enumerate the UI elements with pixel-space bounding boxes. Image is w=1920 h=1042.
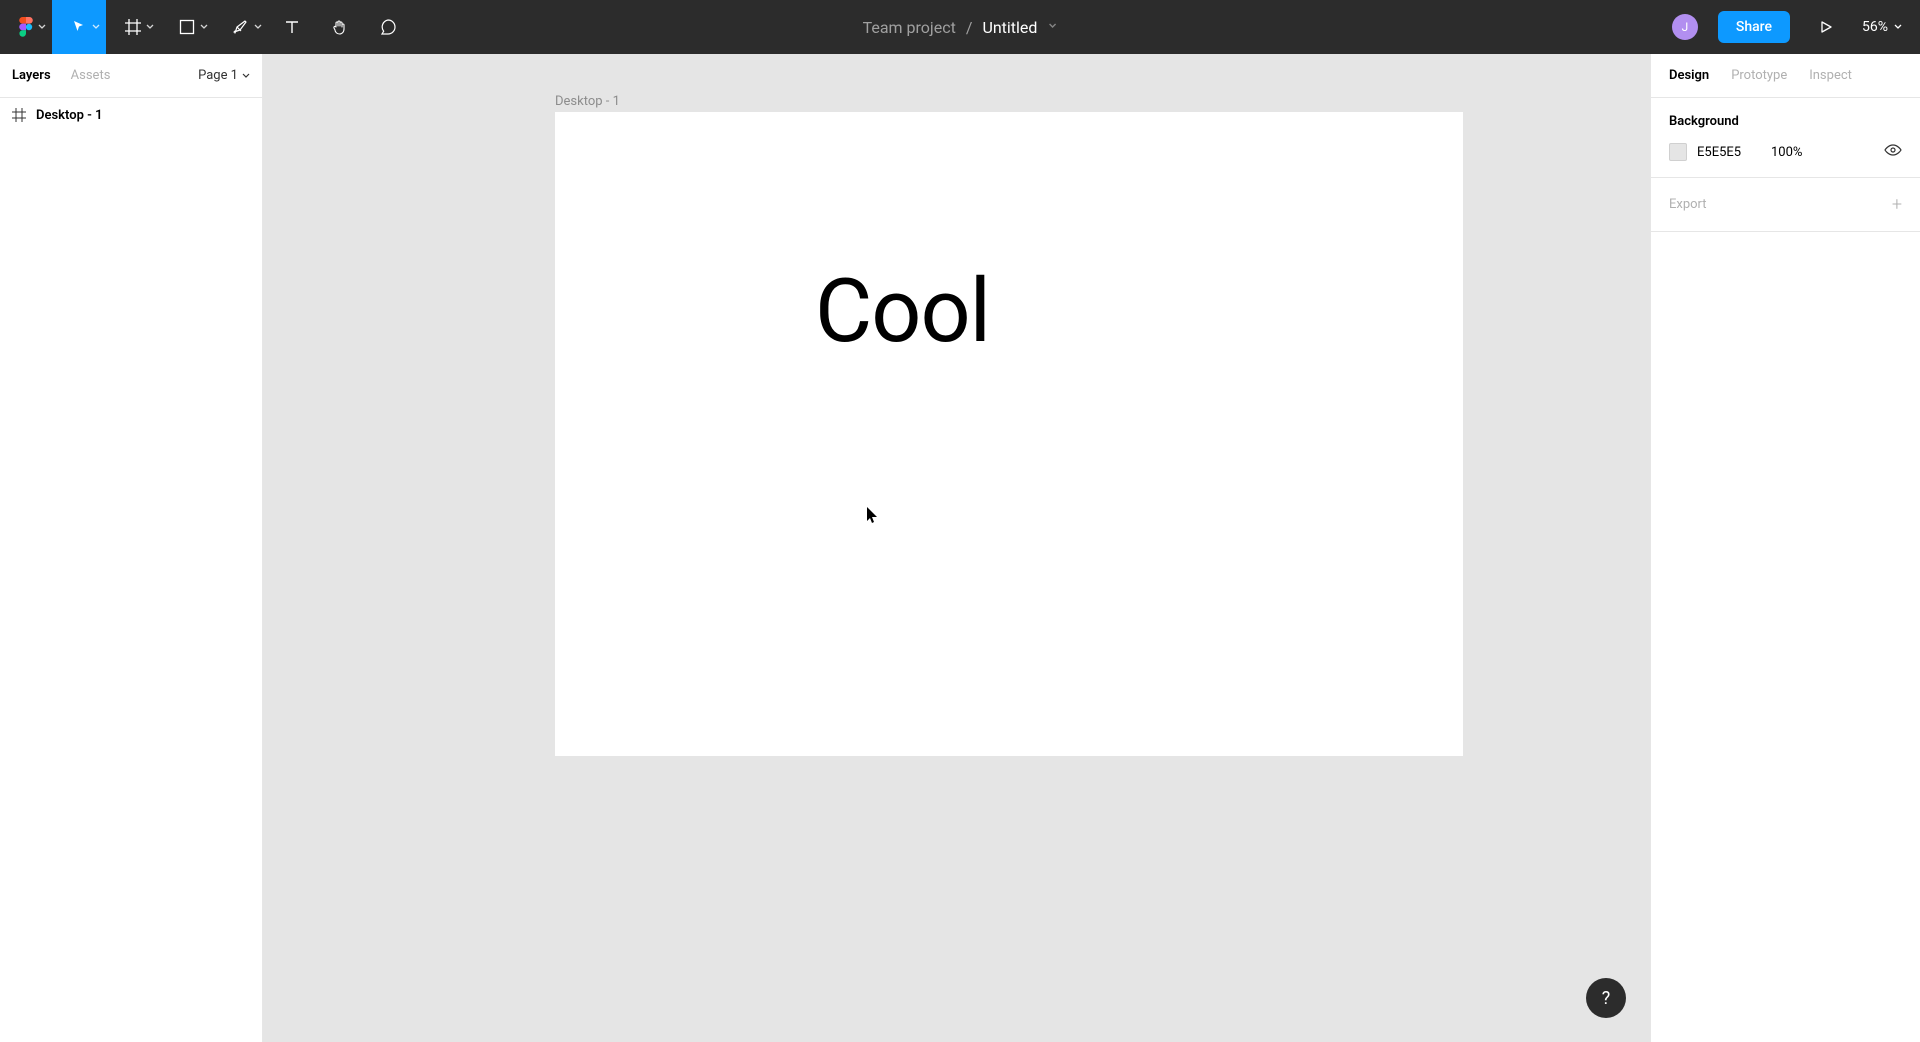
chevron-down-icon [242, 72, 250, 80]
canvas-text-layer[interactable]: Cool [815, 260, 990, 363]
toolbar-right: J Share 56% [1672, 0, 1920, 54]
frame-tool-button[interactable] [106, 0, 160, 54]
left-panel-tabs: Layers Assets Page 1 [0, 54, 262, 98]
visibility-toggle[interactable] [1884, 144, 1902, 160]
right-panel-tabs: Design Prototype Inspect [1651, 54, 1920, 98]
color-hex-value[interactable]: E5E5E5 [1697, 145, 1761, 160]
main-menu-button[interactable] [0, 0, 52, 54]
comment-tool-button[interactable] [364, 0, 412, 54]
frame-icon [124, 18, 142, 36]
text-icon [284, 19, 300, 35]
tab-assets[interactable]: Assets [71, 68, 111, 83]
tab-inspect[interactable]: Inspect [1809, 68, 1852, 83]
cursor-icon [866, 506, 880, 528]
share-button[interactable]: Share [1718, 11, 1790, 43]
tab-prototype[interactable]: Prototype [1731, 68, 1787, 83]
zoom-value: 56% [1862, 19, 1888, 35]
eye-icon [1884, 144, 1902, 156]
chevron-down-icon [146, 23, 154, 31]
export-section: Export + [1651, 178, 1920, 232]
page-selector[interactable]: Page 1 [198, 68, 250, 83]
user-avatar[interactable]: J [1672, 14, 1698, 40]
layer-name: Desktop - 1 [36, 108, 103, 123]
color-swatch[interactable] [1669, 143, 1687, 161]
hand-tool-button[interactable] [316, 0, 364, 54]
toolbar-left [0, 0, 412, 54]
comment-icon [379, 18, 397, 36]
top-toolbar: Team project / Untitled J Share 56% [0, 0, 1920, 54]
file-name: Untitled [982, 18, 1037, 37]
right-panel: Design Prototype Inspect Background E5E5… [1650, 54, 1920, 1042]
export-label[interactable]: Export [1669, 197, 1707, 212]
cursor-icon [71, 19, 87, 35]
artboard-desktop-1[interactable]: Cool [555, 112, 1463, 756]
color-opacity-value[interactable]: 100% [1771, 145, 1874, 160]
hand-icon [331, 18, 349, 36]
frame-label[interactable]: Desktop - 1 [555, 94, 620, 109]
figma-logo-icon [19, 17, 33, 37]
tab-design[interactable]: Design [1669, 68, 1709, 83]
chevron-down-icon [92, 23, 100, 31]
background-section: Background E5E5E5 100% [1651, 98, 1920, 178]
background-title: Background [1669, 114, 1902, 129]
team-name: Team project [863, 18, 956, 37]
chevron-down-icon [200, 23, 208, 31]
present-button[interactable] [1810, 20, 1842, 34]
pen-icon [232, 18, 250, 36]
play-icon [1819, 20, 1833, 34]
zoom-dropdown[interactable]: 56% [1862, 19, 1902, 35]
shape-tool-button[interactable] [160, 0, 214, 54]
chevron-down-icon [1894, 23, 1902, 31]
main-area: Layers Assets Page 1 Desktop - 1 Desktop… [0, 54, 1920, 1042]
rectangle-icon [179, 19, 195, 35]
chevron-down-icon [254, 23, 262, 31]
frame-icon [12, 108, 26, 122]
page-label: Page 1 [198, 68, 238, 83]
help-button[interactable]: ? [1586, 978, 1626, 1018]
chevron-down-icon[interactable] [1047, 19, 1057, 35]
chevron-down-icon [38, 23, 46, 31]
file-title-area[interactable]: Team project / Untitled [863, 18, 1058, 37]
canvas[interactable]: Desktop - 1 Cool ? [263, 54, 1650, 1042]
add-export-button[interactable]: + [1892, 194, 1902, 215]
pen-tool-button[interactable] [214, 0, 268, 54]
help-icon: ? [1602, 988, 1611, 1009]
text-tool-button[interactable] [268, 0, 316, 54]
background-fill-row: E5E5E5 100% [1669, 143, 1902, 161]
left-panel: Layers Assets Page 1 Desktop - 1 [0, 54, 263, 1042]
move-tool-button[interactable] [52, 0, 106, 54]
tab-layers[interactable]: Layers [12, 68, 51, 83]
layer-row-frame[interactable]: Desktop - 1 [0, 98, 262, 132]
breadcrumb-separator: / [966, 18, 973, 37]
